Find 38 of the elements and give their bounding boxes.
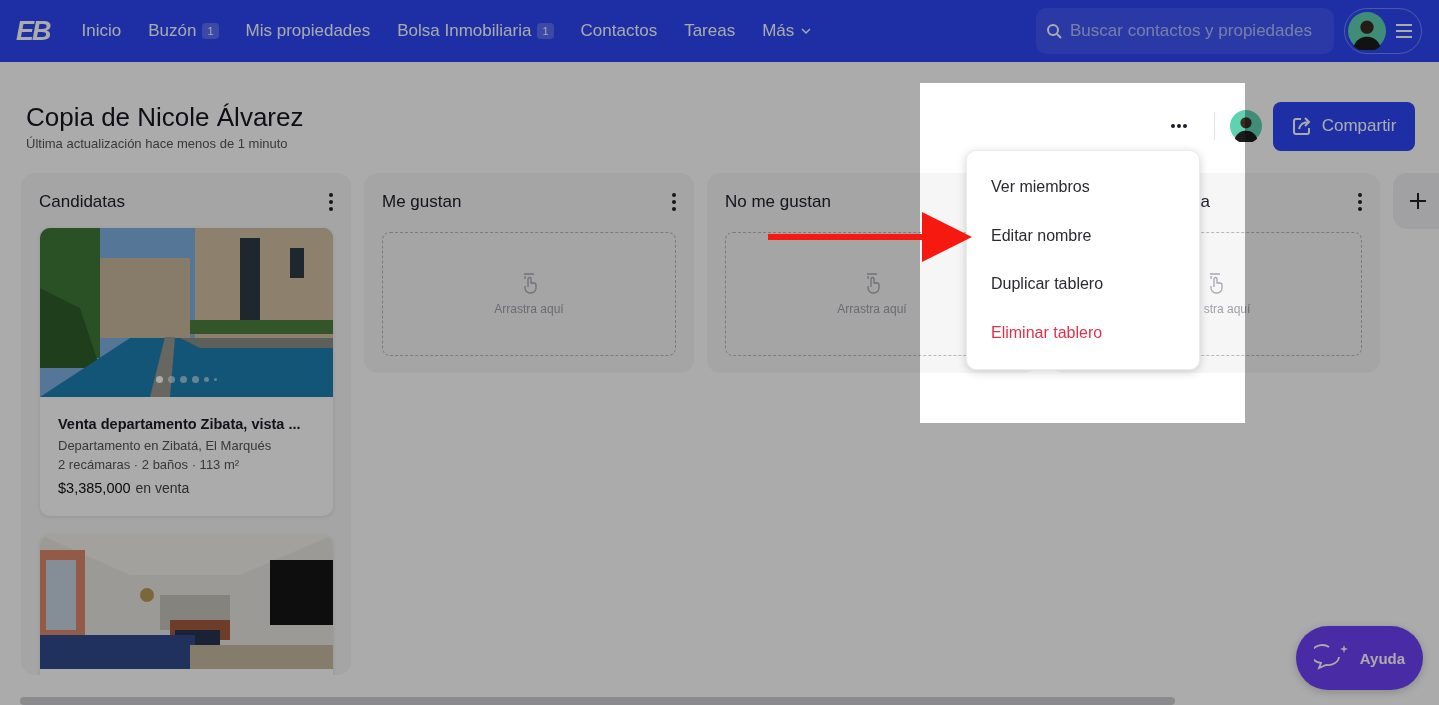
listing-specs: 2 recámaras · 2 baños · 113 m² <box>58 457 241 472</box>
plus-icon <box>1410 193 1426 209</box>
kebab-menu-icon[interactable] <box>329 193 333 211</box>
share-button[interactable]: Compartir <box>1273 101 1415 151</box>
drop-hint: Arrastra aquí <box>494 301 564 316</box>
search-icon <box>1046 23 1062 39</box>
listing-location: Departamento en Zibatá, El Marqués <box>58 438 273 453</box>
listing-status: en venta <box>135 480 190 496</box>
logo[interactable]: EB <box>16 15 50 47</box>
nav-link[interactable]: Contactos <box>580 21 658 41</box>
column-title: Me gustan <box>382 192 463 212</box>
help-button[interactable]: Ayuda <box>1296 626 1423 690</box>
column-title: No me gustan <box>725 192 832 212</box>
horizontal-scrollbar[interactable] <box>20 697 1175 705</box>
listing-title[interactable]: Venta departamento Zibata, vista ... <box>58 416 315 432</box>
listing-price: $3,385,000 <box>58 480 131 496</box>
column-title: a <box>1199 192 1211 212</box>
more-options-icon[interactable] <box>1170 123 1188 129</box>
search-field[interactable]: Buscar contactos y propiedades <box>1036 8 1334 54</box>
menu-item[interactable]: Ver miembros <box>967 163 1199 212</box>
nav-link[interactable]: Inicio <box>81 21 122 41</box>
nav-link[interactable]: Tareas <box>684 21 736 41</box>
nav-link[interactable]: Buzón 1 <box>148 21 219 41</box>
menu-icon <box>1396 24 1412 38</box>
last-updated-text: Última actualización hace menos de 1 minuto <box>26 135 289 151</box>
kebab-menu-icon[interactable] <box>1358 193 1362 211</box>
column-title: Candidatas <box>39 192 126 212</box>
nav-link[interactable]: Mis propiedades <box>245 21 371 41</box>
add-column-button[interactable] <box>1393 173 1439 229</box>
kebab-menu-icon[interactable] <box>672 193 676 211</box>
nav-link[interactable]: Más <box>762 21 813 41</box>
drop-hint: Arrastra aquí <box>837 301 907 316</box>
share-icon <box>1291 116 1312 136</box>
chat-bubbles-icon <box>1313 643 1350 673</box>
avatar[interactable] <box>1230 110 1262 142</box>
carousel-dot[interactable] <box>156 376 163 383</box>
nav-link[interactable]: Bolsa Inmobiliaria 1 <box>397 21 554 41</box>
board-title: Copia de Nicole Álvarez <box>26 101 305 133</box>
